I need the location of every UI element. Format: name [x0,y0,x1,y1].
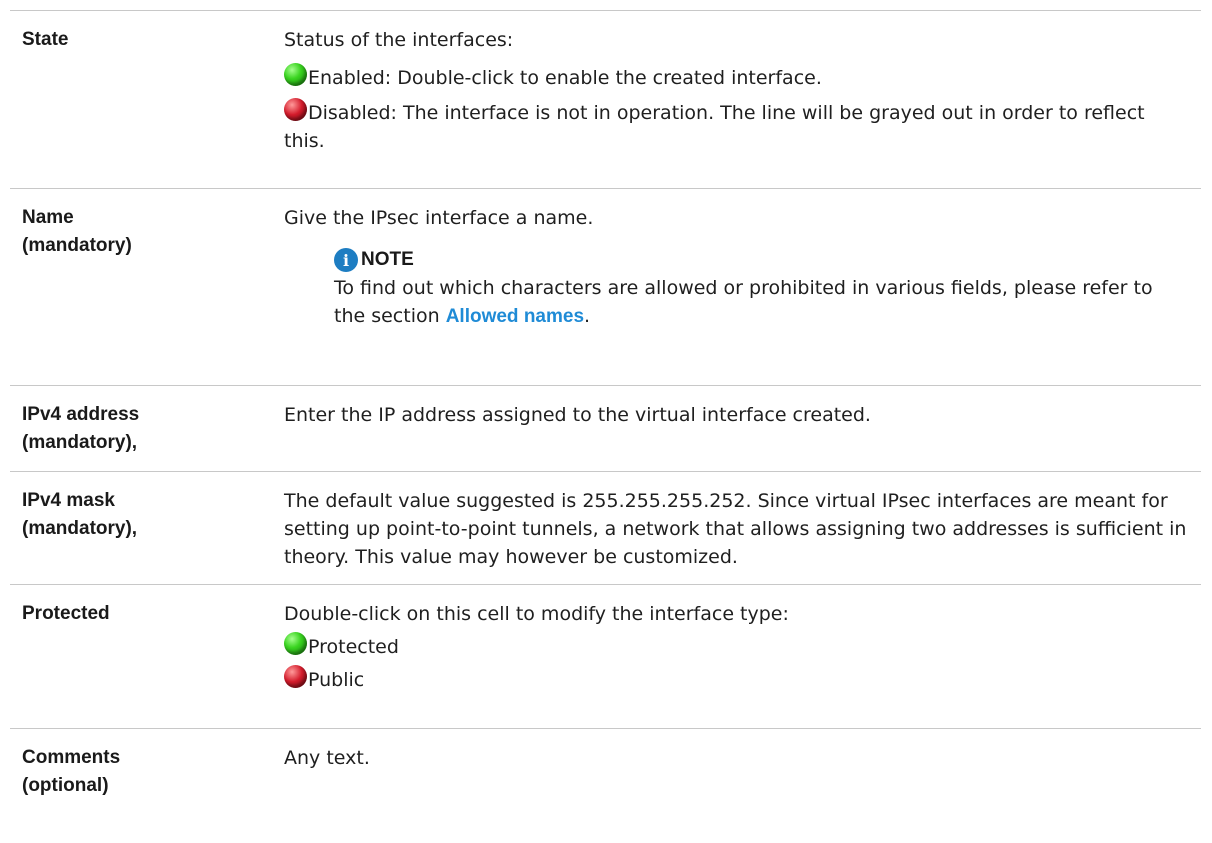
ipv4-address-desc: Enter the IP address assigned to the vir… [284,404,871,426]
row-label-protected: Protected [22,603,110,624]
comments-desc: Any text. [284,747,370,769]
protected-option-line: Protected [284,632,1187,661]
note-title: NOTE [361,249,414,270]
description-cell: Enter the IP address assigned to the vir… [284,386,1201,471]
note-end: . [584,305,591,327]
row-label-comments-sub: (optional) [22,775,109,796]
note-header: i NOTE [334,246,1187,274]
table-row-ipv4-address: IPv4 address (mandatory), Enter the IP a… [10,386,1201,472]
description-cell: Status of the interfaces: Enabled: Doubl… [284,11,1201,188]
label-cell: IPv4 mask (mandatory), [10,472,284,584]
green-dot-icon [284,63,307,86]
row-label-ipv4-mask: IPv4 mask [22,490,115,511]
description-cell: The default value suggested is 255.255.2… [284,472,1201,584]
label-cell: IPv4 address (mandatory), [10,386,284,471]
name-desc: Give the IPsec interface a name. [284,207,594,229]
state-enabled-text: Enabled: Double-click to enable the crea… [308,67,822,89]
green-dot-icon [284,632,307,655]
description-cell: Give the IPsec interface a name. i NOTE … [284,189,1201,385]
row-label-name: Name [22,207,74,228]
row-label-ipv4-address: IPv4 address [22,404,140,425]
label-cell: Comments (optional) [10,729,284,833]
table-row-ipv4-mask: IPv4 mask (mandatory), The default value… [10,472,1201,585]
state-enabled-line: Enabled: Double-click to enable the crea… [284,63,1187,92]
red-dot-icon [284,98,307,121]
red-dot-icon [284,665,307,688]
parameters-table: State Status of the interfaces: Enabled:… [10,10,1201,833]
note-box: i NOTE To find out which characters are … [334,246,1187,331]
description-cell: Double-click on this cell to modify the … [284,585,1201,728]
protected-option-text: Protected [308,636,399,658]
state-intro: Status of the interfaces: [284,29,514,51]
public-option-text: Public [308,669,365,691]
row-label-name-sub: (mandatory) [22,235,132,256]
table-row-protected: Protected Double-click on this cell to m… [10,585,1201,729]
label-cell: Protected [10,585,284,728]
public-option-line: Public [284,665,1187,694]
table-row-name: Name (mandatory) Give the IPsec interfac… [10,189,1201,386]
state-disabled-text: Disabled: The interface is not in operat… [284,102,1145,152]
ipv4-mask-desc: The default value suggested is 255.255.2… [284,490,1187,568]
protected-desc: Double-click on this cell to modify the … [284,603,789,625]
label-cell: State [10,11,284,188]
note-text: To find out which characters are allowed… [334,274,1187,331]
description-cell: Any text. [284,729,1201,833]
table-row-comments: Comments (optional) Any text. [10,729,1201,833]
row-label-ipv4-address-sub: (mandatory), [22,432,138,453]
row-label-comments: Comments [22,747,121,768]
state-disabled-line: Disabled: The interface is not in operat… [284,98,1187,155]
table-row-state: State Status of the interfaces: Enabled:… [10,11,1201,189]
label-cell: Name (mandatory) [10,189,284,385]
row-label-ipv4-mask-sub: (mandatory), [22,518,138,539]
allowed-names-link[interactable]: Allowed names [446,306,584,327]
info-icon: i [334,248,358,272]
row-label-state: State [22,29,69,50]
